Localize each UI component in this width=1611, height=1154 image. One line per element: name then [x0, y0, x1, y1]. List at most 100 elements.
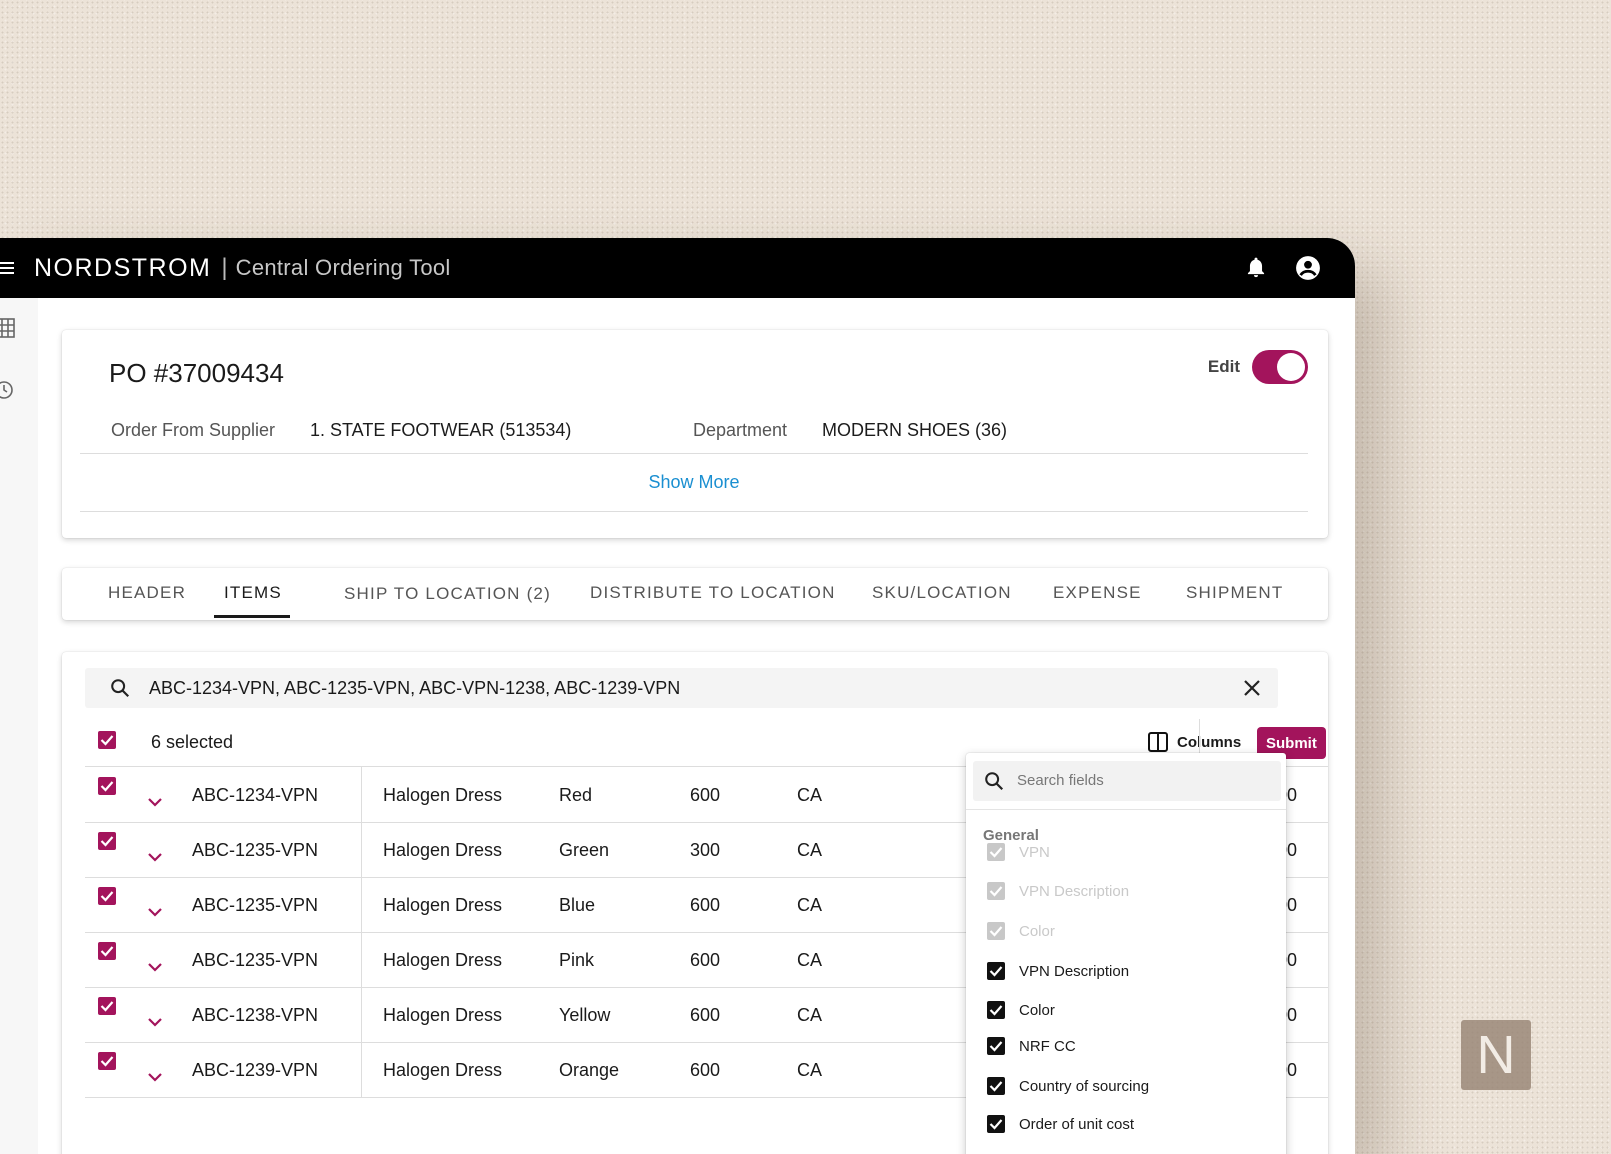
select-all-checkbox[interactable] — [98, 731, 116, 749]
cell-color: Yellow — [559, 1005, 611, 1025]
column-option[interactable]: Country of sourcing — [987, 1077, 1149, 1095]
option-checkbox — [987, 882, 1005, 900]
cell-qty: 300 — [690, 840, 721, 860]
tab-ship-to-location[interactable]: SHIP TO LOCATION (2) — [344, 584, 551, 604]
close-icon[interactable] — [1242, 678, 1262, 703]
tab-distribute-to-location[interactable]: DISTRIBUTE TO LOCATION — [590, 583, 836, 603]
tab-sku-location[interactable]: SKU/LOCATION — [872, 583, 1012, 603]
edit-toggle[interactable] — [1252, 350, 1308, 384]
chevron-down-icon[interactable] — [147, 791, 163, 812]
bell-icon[interactable] — [1245, 256, 1267, 280]
option-checkbox[interactable] — [987, 1115, 1005, 1133]
grid-icon[interactable] — [0, 318, 16, 343]
column-option[interactable]: NRF CC — [987, 1037, 1076, 1055]
search-icon — [983, 770, 1005, 797]
chevron-down-icon[interactable] — [147, 1066, 163, 1087]
column-option: VPN Description — [987, 882, 1129, 900]
cell-loc: CA — [797, 950, 823, 970]
show-more-row: Show More — [80, 454, 1308, 512]
cell-desc: Halogen Dress — [383, 1060, 503, 1080]
columns-button[interactable]: Columns — [1147, 731, 1241, 753]
row-checkbox[interactable] — [98, 942, 116, 960]
option-checkbox[interactable] — [987, 962, 1005, 980]
search-input[interactable]: ABC-1234-VPN, ABC-1235-VPN, ABC-VPN-1238… — [149, 678, 680, 699]
option-label: VPN Description — [1019, 882, 1130, 900]
cell-color: Red — [559, 785, 593, 805]
option-label: Country of sourcing — [1019, 1077, 1150, 1095]
row-checkbox[interactable] — [98, 777, 116, 795]
column-option: Color — [987, 922, 1055, 940]
column-divider — [361, 877, 362, 933]
field-search-placeholder[interactable]: Search fields — [1017, 772, 1104, 789]
cell-desc: Halogen Dress — [383, 840, 503, 860]
tab-bar: HEADER ITEMS SHIP TO LOCATION (2) DISTRI… — [62, 568, 1328, 620]
row-checkbox[interactable] — [98, 832, 116, 850]
option-checkbox[interactable] — [987, 1037, 1005, 1055]
show-more-link[interactable]: Show More — [648, 472, 739, 493]
cell-desc: Halogen Dress — [383, 950, 503, 970]
cell-vpn: ABC-1238-VPN — [192, 1005, 319, 1025]
option-checkbox — [987, 843, 1005, 861]
row-checkbox[interactable] — [98, 1052, 116, 1070]
option-label: VPN Description — [1019, 962, 1130, 980]
app-window: NORDSTROM | Central Ordering Tool PO #37… — [0, 238, 1355, 1154]
cell-loc: CA — [797, 840, 823, 860]
supplier-value: 1. STATE FOOTWEAR (513534) — [310, 420, 572, 440]
chevron-down-icon[interactable] — [147, 956, 163, 977]
option-checkbox[interactable] — [987, 1077, 1005, 1095]
cell-vpn: ABC-1235-VPN — [192, 950, 319, 970]
panel-divider — [966, 809, 1286, 810]
department-label: Department — [693, 420, 788, 440]
po-info-row: Order From Supplier 1. STATE FOOTWEAR (5… — [80, 408, 1308, 454]
column-divider — [361, 932, 362, 988]
edit-label: Edit — [1207, 357, 1240, 376]
tab-header[interactable]: HEADER — [108, 583, 186, 603]
department-value: MODERN SHOES (36) — [822, 420, 1008, 440]
app-title: Central Ordering Tool — [235, 255, 451, 280]
po-title: PO #37009434 — [109, 358, 284, 388]
option-checkbox[interactable] — [987, 1001, 1005, 1019]
column-option[interactable]: VPN Description — [987, 962, 1129, 980]
search-icon — [109, 677, 131, 699]
cell-qty: 600 — [690, 895, 721, 915]
brand-logo[interactable]: NORDSTROM — [34, 254, 211, 283]
row-checkbox[interactable] — [98, 997, 116, 1015]
column-option[interactable]: Order of unit cost — [987, 1115, 1134, 1133]
cell-color: Blue — [559, 895, 596, 915]
cell-vpn: ABC-1239-VPN — [192, 1060, 319, 1080]
cell-vpn: ABC-1234-VPN — [192, 785, 319, 805]
top-bar: NORDSTROM | Central Ordering Tool — [0, 238, 1355, 298]
columns-label: Columns — [1177, 733, 1242, 751]
account-circle-icon[interactable] — [1295, 255, 1321, 281]
chevron-down-icon[interactable] — [147, 1011, 163, 1032]
toggle-knob — [1277, 353, 1305, 381]
option-label: Color — [1019, 922, 1055, 940]
po-summary-card: PO #37009434 Edit Order From Supplier 1.… — [62, 330, 1328, 538]
chevron-down-icon[interactable] — [147, 846, 163, 867]
tab-expense[interactable]: EXPENSE — [1053, 583, 1142, 603]
row-checkbox[interactable] — [98, 887, 116, 905]
column-option[interactable]: Color — [987, 1001, 1055, 1019]
cell-desc: Halogen Dress — [383, 895, 503, 915]
history-icon[interactable] — [0, 380, 16, 405]
field-search[interactable]: Search fields — [973, 761, 1281, 801]
columns-panel: Search fields General VPN VPN Description… — [966, 753, 1286, 1154]
column-divider — [361, 767, 362, 823]
brand-separator: | — [221, 254, 228, 281]
cell-desc: Halogen Dress — [383, 785, 503, 805]
menu-icon[interactable] — [0, 262, 14, 274]
cell-color: Green — [559, 840, 610, 860]
n-badge-logo: N — [1461, 1020, 1531, 1090]
option-label: VPN — [1019, 843, 1050, 861]
cell-color: Pink — [559, 950, 595, 970]
tab-shipment[interactable]: SHIPMENT — [1186, 583, 1283, 603]
cell-qty: 600 — [690, 785, 721, 805]
chevron-down-icon[interactable] — [147, 901, 163, 922]
supplier-label: Order From Supplier — [111, 420, 276, 440]
tab-items[interactable]: ITEMS — [224, 583, 282, 603]
item-search-bar[interactable]: ABC-1234-VPN, ABC-1235-VPN, ABC-VPN-1238… — [85, 668, 1278, 708]
columns-icon — [1148, 732, 1168, 752]
option-checkbox — [987, 922, 1005, 940]
cell-desc: Halogen Dress — [383, 1005, 503, 1025]
cell-loc: CA — [797, 1060, 823, 1080]
